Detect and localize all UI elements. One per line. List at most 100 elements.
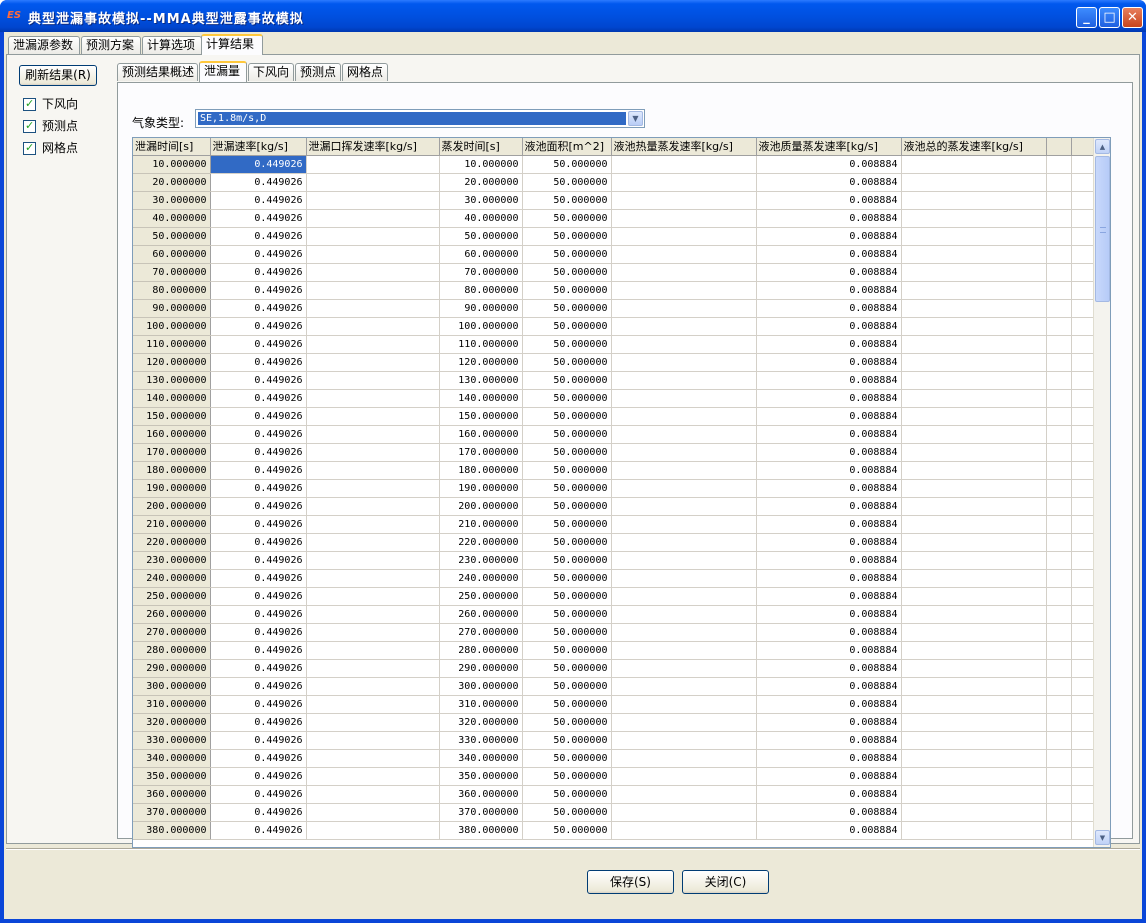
row-header-cell[interactable]: 220.000000 — [133, 533, 211, 552]
tab-grid-points[interactable]: 网格点 — [342, 63, 388, 81]
table-cell[interactable] — [901, 299, 1047, 318]
table-cell[interactable]: 50.000000 — [522, 533, 612, 552]
table-cell[interactable]: 50.000000 — [522, 281, 612, 300]
table-cell[interactable]: 0.008884 — [756, 209, 902, 228]
table-row[interactable]: 380.000000 0.449026 380.000000 50.000000 0.0… — [133, 821, 1098, 840]
table-cell[interactable] — [306, 335, 440, 354]
tab-leak-source[interactable]: 泄漏源参数 — [8, 36, 80, 54]
table-row[interactable]: 350.000000 0.449026 350.000000 50.000000 0.0… — [133, 767, 1098, 786]
table-cell[interactable]: 0.008884 — [756, 623, 902, 642]
table-cell[interactable]: 220.000000 — [439, 533, 523, 552]
table-cell[interactable] — [306, 155, 440, 174]
table-cell[interactable]: 0.449026 — [210, 425, 307, 444]
table-cell[interactable] — [901, 155, 1047, 174]
row-header-cell[interactable]: 20.000000 — [133, 173, 211, 192]
table-cell[interactable] — [611, 407, 757, 426]
table-cell[interactable] — [611, 371, 757, 390]
table-cell[interactable] — [901, 443, 1047, 462]
table-cell[interactable]: 0.449026 — [210, 533, 307, 552]
table-cell[interactable]: 0.008884 — [756, 461, 902, 480]
table-cell[interactable]: 0.449026 — [210, 551, 307, 570]
table-cell[interactable]: 50.000000 — [522, 335, 612, 354]
table-cell[interactable]: 0.008884 — [756, 731, 902, 750]
table-cell[interactable]: 0.449026 — [210, 785, 307, 804]
table-cell[interactable] — [611, 317, 757, 336]
table-row[interactable]: 230.000000 0.449026 230.000000 50.000000 0.0… — [133, 551, 1098, 570]
row-header-cell[interactable]: 230.000000 — [133, 551, 211, 570]
refresh-results-button[interactable]: 刷新结果(R) — [19, 65, 97, 86]
table-cell[interactable] — [306, 371, 440, 390]
table-cell[interactable]: 0.008884 — [756, 299, 902, 318]
table-cell[interactable] — [306, 785, 440, 804]
table-cell[interactable]: 0.449026 — [210, 299, 307, 318]
table-cell[interactable]: 50.000000 — [522, 443, 612, 462]
row-header-cell[interactable]: 110.000000 — [133, 335, 211, 354]
table-cell[interactable] — [611, 605, 757, 624]
table-cell[interactable]: 0.008884 — [756, 281, 902, 300]
table-cell[interactable] — [611, 659, 757, 678]
table-row[interactable]: 280.000000 0.449026 280.000000 50.000000 0.0… — [133, 641, 1098, 660]
table-cell[interactable] — [306, 497, 440, 516]
table-cell[interactable]: 0.449026 — [210, 569, 307, 588]
table-cell[interactable] — [306, 443, 440, 462]
table-row[interactable]: 300.000000 0.449026 300.000000 50.000000 0.0… — [133, 677, 1098, 696]
row-header-cell[interactable]: 10.000000 — [133, 155, 211, 174]
row-header-cell[interactable]: 60.000000 — [133, 245, 211, 264]
table-cell[interactable] — [901, 353, 1047, 372]
table-cell[interactable] — [306, 821, 440, 840]
table-cell[interactable] — [306, 587, 440, 606]
row-header-cell[interactable]: 290.000000 — [133, 659, 211, 678]
row-header-cell[interactable]: 380.000000 — [133, 821, 211, 840]
row-header-cell[interactable]: 270.000000 — [133, 623, 211, 642]
table-cell[interactable] — [306, 749, 440, 768]
table-cell[interactable]: 0.008884 — [756, 497, 902, 516]
table-cell[interactable]: 0.449026 — [210, 209, 307, 228]
table-cell[interactable]: 380.000000 — [439, 821, 523, 840]
table-cell[interactable] — [611, 281, 757, 300]
chevron-down-icon[interactable]: ▼ — [628, 111, 643, 126]
row-header-cell[interactable]: 350.000000 — [133, 767, 211, 786]
table-cell[interactable]: 110.000000 — [439, 335, 523, 354]
table-cell[interactable]: 50.000000 — [522, 497, 612, 516]
table-cell[interactable] — [306, 605, 440, 624]
table-cell[interactable] — [901, 209, 1047, 228]
row-header-cell[interactable]: 300.000000 — [133, 677, 211, 696]
column-header[interactable]: 泄漏速率[kg/s] — [210, 138, 307, 156]
table-cell[interactable] — [306, 245, 440, 264]
table-cell[interactable]: 360.000000 — [439, 785, 523, 804]
table-cell[interactable]: 50.000000 — [439, 227, 523, 246]
table-cell[interactable] — [611, 461, 757, 480]
table-cell[interactable]: 0.449026 — [210, 731, 307, 750]
table-cell[interactable]: 0.449026 — [210, 767, 307, 786]
table-cell[interactable]: 0.008884 — [756, 515, 902, 534]
table-cell[interactable]: 50.000000 — [522, 209, 612, 228]
table-cell[interactable]: 0.008884 — [756, 227, 902, 246]
table-row[interactable]: 240.000000 0.449026 240.000000 50.000000 0.0… — [133, 569, 1098, 588]
close-button[interactable]: 关闭(C) — [682, 870, 769, 894]
table-row[interactable]: 290.000000 0.449026 290.000000 50.000000 0.0… — [133, 659, 1098, 678]
table-cell[interactable]: 100.000000 — [439, 317, 523, 336]
table-cell[interactable] — [306, 569, 440, 588]
row-header-cell[interactable]: 210.000000 — [133, 515, 211, 534]
table-cell[interactable] — [901, 623, 1047, 642]
row-header-cell[interactable]: 240.000000 — [133, 569, 211, 588]
row-header-cell[interactable]: 150.000000 — [133, 407, 211, 426]
table-cell[interactable]: 0.449026 — [210, 245, 307, 264]
table-cell[interactable] — [611, 515, 757, 534]
table-cell[interactable] — [306, 209, 440, 228]
tab-downwind[interactable]: 下风向 — [248, 63, 294, 81]
table-cell[interactable]: 210.000000 — [439, 515, 523, 534]
maximize-button[interactable]: □ — [1099, 7, 1120, 28]
table-cell[interactable] — [901, 641, 1047, 660]
table-cell[interactable]: 50.000000 — [522, 407, 612, 426]
table-cell[interactable]: 50.000000 — [522, 479, 612, 498]
row-header-cell[interactable]: 130.000000 — [133, 371, 211, 390]
table-cell[interactable] — [901, 281, 1047, 300]
column-header[interactable]: 蒸发时间[s] — [439, 138, 523, 156]
row-header-cell[interactable]: 360.000000 — [133, 785, 211, 804]
table-cell[interactable]: 0.449026 — [210, 713, 307, 732]
table-cell[interactable] — [611, 479, 757, 498]
table-cell[interactable]: 90.000000 — [439, 299, 523, 318]
table-cell[interactable]: 0.449026 — [210, 407, 307, 426]
table-cell[interactable]: 80.000000 — [439, 281, 523, 300]
